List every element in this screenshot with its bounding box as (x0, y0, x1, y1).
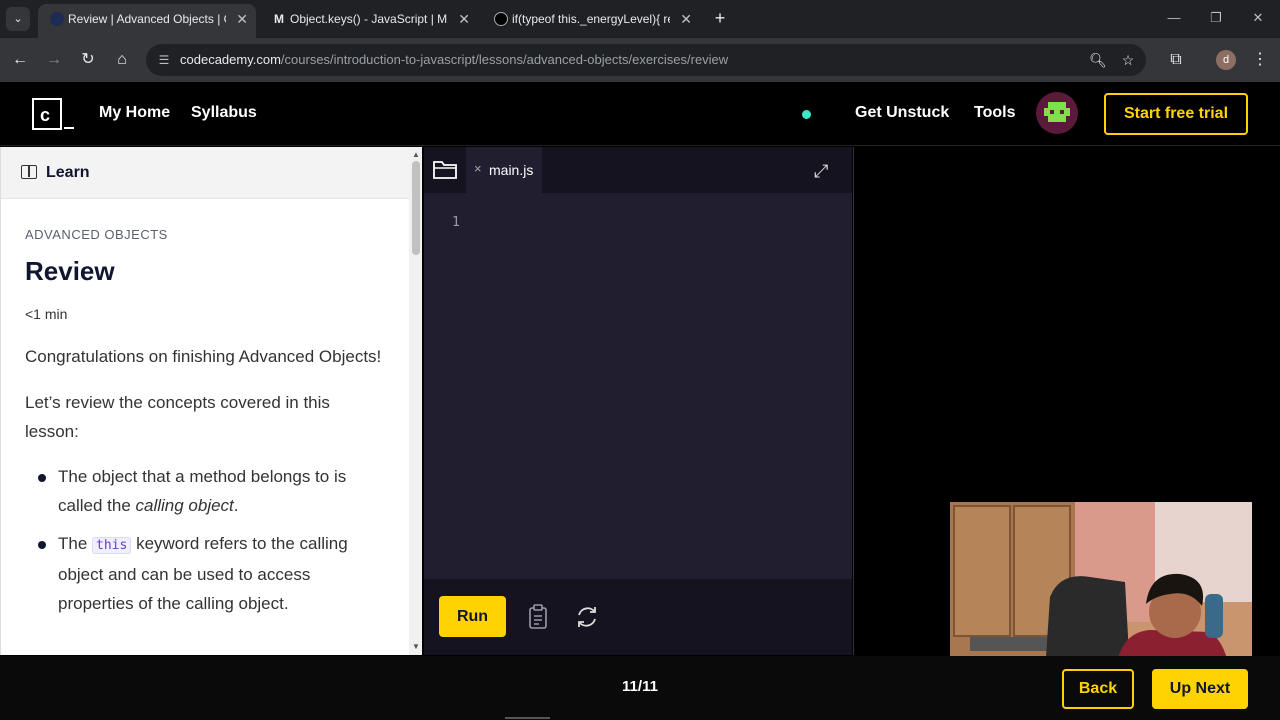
browser-menu-icon[interactable]: ⋮ (1248, 48, 1272, 72)
reset-code-icon[interactable] (573, 603, 601, 631)
lesson-content: ADVANCED OBJECTS Review <1 min Congratul… (25, 227, 385, 627)
book-icon (21, 165, 37, 179)
address-bar[interactable]: ☰ codecademy.com/courses/introduction-to… (146, 44, 1146, 76)
profile-avatar[interactable]: d (1216, 50, 1236, 70)
codecademy-logo[interactable]: c (32, 98, 62, 130)
close-file-icon[interactable]: × (474, 161, 482, 176)
up-next-button[interactable]: Up Next (1152, 669, 1248, 709)
code-editor: × main.js ⤢ 1 Run (424, 147, 852, 655)
exercise-progress: 11/11 (622, 678, 658, 695)
list-item: The object that a method belongs to is c… (25, 462, 385, 520)
lesson-eyebrow: ADVANCED OBJECTS (25, 227, 168, 242)
tools-button[interactable]: Tools (974, 104, 1015, 122)
url-text[interactable]: codecademy.com/courses/introduction-to-j… (180, 52, 728, 67)
webcam-overlay (950, 502, 1252, 672)
chatgpt-favicon-icon (494, 12, 508, 26)
forward-arrow-icon[interactable]: → (42, 48, 66, 72)
expand-editor-icon[interactable]: ⤢ (814, 161, 828, 182)
get-unstuck-button[interactable]: Get Unstuck (855, 104, 949, 122)
lesson-footer: 11/11 Back Up Next (0, 656, 1280, 720)
browser-tabstrip: ⌄ Review | Advanced Objects | Co ✕ M Obj… (0, 0, 1280, 38)
list-item: The this keyword refers to the calling o… (25, 529, 385, 618)
tab-search-chevron-icon[interactable]: ⌄ (6, 7, 30, 31)
zoom-icon[interactable]: 🔍︎ (1088, 50, 1108, 70)
browser-toolbar: ← → ↻ ⌂ ☰ codecademy.com/courses/introdu… (0, 38, 1280, 82)
footer-handle (505, 717, 550, 719)
learn-panel: Learn ADVANCED OBJECTS Review <1 min Con… (0, 147, 422, 655)
learn-scrollbar[interactable]: ▲ ▼ (409, 147, 422, 655)
new-tab-plus-icon[interactable]: + (708, 6, 732, 30)
mdn-favicon-icon: M (274, 12, 284, 26)
file-tab-main-js[interactable]: × main.js (466, 147, 542, 193)
user-avatar[interactable] (1036, 92, 1078, 134)
close-tab-icon[interactable]: ✕ (458, 4, 470, 34)
nav-syllabus[interactable]: Syllabus (191, 104, 257, 122)
logo-cursor-bar (64, 127, 74, 129)
line-number: 1 (452, 215, 460, 230)
scroll-down-arrow-icon[interactable]: ▼ (411, 642, 421, 651)
home-icon[interactable]: ⌂ (110, 48, 134, 72)
close-tab-icon[interactable]: ✕ (680, 4, 692, 34)
browser-tab-review[interactable]: Review | Advanced Objects | Co ✕ (38, 4, 256, 38)
intro-paragraph: Congratulations on finishing Advanced Ob… (25, 347, 382, 366)
scroll-up-arrow-icon[interactable]: ▲ (411, 150, 421, 159)
reload-icon[interactable]: ↻ (76, 48, 100, 72)
browser-tab-chatgpt[interactable]: if(typeof this._energyLevel){ retu ✕ (482, 4, 700, 38)
restore-icon[interactable]: ❐ (1204, 8, 1228, 28)
browser-tab-mdn[interactable]: M Object.keys() - JavaScript | MDN ✕ (260, 4, 478, 38)
minimize-icon[interactable]: — (1162, 8, 1186, 28)
learn-tab-label: Learn (46, 164, 90, 181)
back-button[interactable]: Back (1062, 669, 1134, 709)
editor-footer: Run (424, 579, 852, 655)
folder-icon[interactable] (432, 157, 458, 181)
bookmark-star-icon[interactable]: ☆ (1118, 50, 1138, 70)
scrollbar-thumb[interactable] (412, 161, 420, 255)
learn-tab-header[interactable]: Learn (1, 147, 409, 199)
tab-title: Object.keys() - JavaScript | MDN (290, 12, 448, 26)
start-free-trial-button[interactable]: Start free trial (1104, 93, 1248, 135)
close-tab-icon[interactable]: ✕ (236, 4, 248, 34)
review-paragraph: Let’s review the concepts covered in thi… (25, 393, 330, 441)
connection-status-dot (802, 110, 811, 119)
back-arrow-icon[interactable]: ← (8, 48, 32, 72)
this-keyword-code: this (92, 537, 132, 554)
extensions-icon[interactable]: ⧉ (1164, 48, 1188, 72)
concept-list: The object that a method belongs to is c… (25, 462, 385, 618)
tab-title: if(typeof this._energyLevel){ retu (512, 12, 670, 26)
file-name: main.js (489, 162, 534, 178)
close-window-icon[interactable]: ✕ (1246, 8, 1270, 28)
site-settings-icon[interactable]: ☰ (156, 52, 172, 68)
codecademy-favicon-icon (50, 12, 64, 26)
nav-my-home[interactable]: My Home (99, 104, 170, 122)
lesson-title: Review (25, 256, 115, 286)
run-button[interactable]: Run (439, 596, 506, 637)
site-header: c My Home Syllabus Get Unstuck Tools Sta… (0, 82, 1280, 146)
copy-to-clipboard-icon[interactable] (524, 603, 552, 631)
editor-tab-bar: × main.js ⤢ (424, 147, 852, 193)
lesson-duration: <1 min (25, 306, 68, 322)
tab-title: Review | Advanced Objects | Co (68, 12, 226, 26)
